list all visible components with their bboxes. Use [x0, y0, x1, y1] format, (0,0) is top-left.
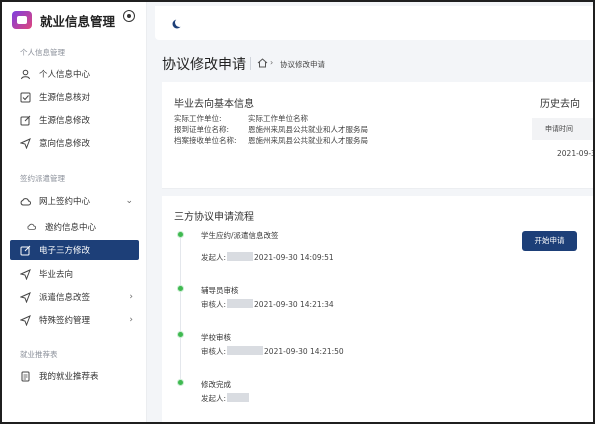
send-icon	[19, 268, 31, 280]
send-icon	[19, 291, 31, 303]
timeline-step-meta: 发起人:	[201, 393, 250, 404]
sidebar-item-online-signing[interactable]: 网上签约中心 ⌄	[2, 191, 147, 211]
chevron-right-icon: ›	[129, 315, 133, 325]
sidebar-item-personal-center[interactable]: 个人信息中心	[2, 64, 147, 84]
timeline-dot	[177, 331, 184, 338]
divider	[162, 188, 593, 189]
start-application-button[interactable]: 开始申请	[522, 231, 577, 251]
group-label-personal: 个人信息管理	[20, 48, 65, 57]
timeline-line	[180, 234, 181, 384]
checkbox-icon	[20, 92, 31, 103]
sidebar-item-dispatch-change[interactable]: 派遣信息改签 ›	[2, 287, 147, 307]
sidebar-item-label: 生源信息修改	[39, 116, 91, 126]
cloud-icon	[20, 196, 31, 207]
title-divider	[250, 57, 251, 70]
cloud-icon	[26, 222, 37, 233]
process-section-title: 三方协议申请流程	[174, 212, 254, 223]
sidebar-item-label: 我的就业推荐表	[39, 372, 99, 382]
timeline-step-meta: 发起人: 2021-09-30 14:09:51	[201, 252, 334, 262]
dark-mode-toggle-icon[interactable]	[175, 18, 184, 27]
sidebar-item-graduation-destination[interactable]: 毕业去向	[2, 264, 147, 284]
top-bar	[155, 6, 593, 40]
app-window: 就业信息管理 个人信息管理 个人信息中心 生源信息核对 生源信息修改 意向信息修…	[0, 0, 595, 424]
timeline-dot	[177, 379, 184, 386]
timeline-step-title: 修改完成	[201, 380, 231, 389]
field-value-work-unit: 实际工作单位名称	[248, 114, 308, 123]
timeline-step-meta: 审核人: 2021-09-30 14:21:50	[201, 346, 344, 356]
redacted-name	[227, 299, 254, 308]
destination-section-title: 毕业去向基本信息	[174, 99, 254, 110]
group-label-recommendation: 就业推荐表	[20, 350, 58, 359]
chevron-down-icon: ⌄	[125, 196, 133, 206]
sidebar-item-source-verify[interactable]: 生源信息核对	[2, 87, 147, 107]
breadcrumb[interactable]: 协议修改申请	[280, 59, 325, 70]
group-label-signing: 签约派遣管理	[20, 174, 65, 183]
field-label-archive-unit: 档案接收单位名称:	[174, 136, 237, 145]
settings-icon	[19, 314, 31, 326]
history-title: 历史去向	[540, 99, 580, 110]
page-title: 协议修改申请	[162, 57, 246, 73]
timeline-step-title: 学生应约/派遣信息改签	[201, 231, 279, 240]
edit-icon	[20, 115, 31, 126]
chevron-right-icon: ›	[129, 292, 133, 302]
sidebar-item-label: 派遣信息改签	[39, 293, 91, 303]
breadcrumb-separator: ›	[270, 58, 274, 67]
timeline-dot	[177, 285, 184, 292]
sidebar-item-label: 邀约信息中心	[45, 223, 97, 233]
timeline-step-meta: 审核人: 2021-09-30 14:21:34	[201, 299, 334, 309]
field-label-work-unit: 实际工作单位:	[174, 114, 222, 123]
document-icon	[20, 371, 31, 382]
sidebar-item-label: 特殊签约管理	[39, 316, 91, 326]
sidebar-item-special-signing[interactable]: 特殊签约管理 ›	[2, 310, 147, 330]
timeline-step-title: 学校审核	[201, 333, 231, 342]
sidebar-item-e-tripartite-edit[interactable]: 电子三方修改	[10, 240, 139, 260]
sidebar-item-label: 电子三方修改	[39, 246, 91, 256]
sidebar-item-invitation-center[interactable]: 邀约信息中心	[2, 217, 147, 237]
sidebar-item-label: 个人信息中心	[39, 70, 91, 80]
sidebar: 就业信息管理 个人信息管理 个人信息中心 生源信息核对 生源信息修改 意向信息修…	[2, 2, 147, 422]
field-value-report-unit: 恩施州来凤县公共就业和人才服务局	[248, 125, 368, 134]
user-icon	[20, 69, 31, 80]
collapse-sidebar-icon[interactable]	[123, 10, 135, 22]
edit-icon	[20, 245, 31, 256]
timeline-dot	[177, 231, 184, 238]
field-label-report-unit: 报到证单位名称:	[174, 125, 230, 134]
sidebar-item-label: 网上签约中心	[39, 197, 91, 207]
history-table-header: 申请时间	[532, 118, 593, 140]
sidebar-item-label: 生源信息核对	[39, 93, 91, 103]
sidebar-item-my-recommendation[interactable]: 我的就业推荐表	[2, 366, 147, 386]
redacted-name	[227, 393, 250, 402]
field-value-archive-unit: 恩施州来凤县公共就业和人才服务局	[248, 136, 368, 145]
home-icon[interactable]	[257, 58, 268, 68]
timeline-step-title: 辅导员审核	[201, 286, 239, 295]
redacted-name	[227, 252, 254, 261]
send-icon	[19, 137, 31, 149]
sidebar-item-label: 毕业去向	[39, 270, 74, 280]
sidebar-item-label: 意向信息修改	[39, 139, 91, 149]
brand: 就业信息管理	[12, 10, 115, 30]
redacted-name	[227, 346, 264, 355]
history-table-cell: 2021-09-30	[557, 149, 593, 158]
sidebar-item-source-edit[interactable]: 生源信息修改	[2, 110, 147, 130]
sidebar-item-intention-edit[interactable]: 意向信息修改	[2, 133, 147, 153]
app-title: 就业信息管理	[40, 13, 116, 29]
app-logo-icon	[12, 11, 32, 29]
